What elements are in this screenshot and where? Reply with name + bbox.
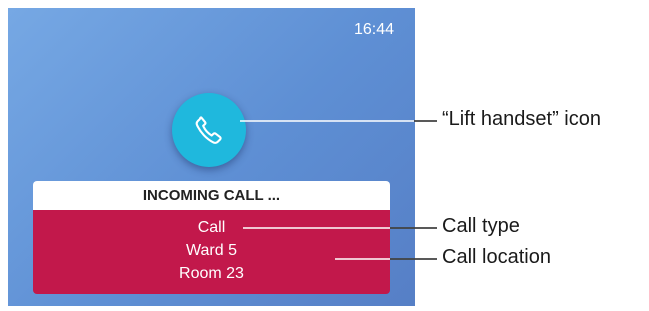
clock: 16:44 (354, 21, 395, 38)
lift-handset-button[interactable] (172, 93, 246, 167)
call-type-callout-label: Call type (442, 215, 520, 237)
notification-header: INCOMING CALL ... (33, 181, 390, 210)
handset-callout-label: “Lift handset” icon (442, 108, 601, 130)
call-type-text: Call (197, 218, 226, 236)
phone-handset-icon (195, 116, 222, 144)
notification-body: Call Ward 5 Room 23 (33, 210, 390, 294)
incoming-call-notification[interactable]: INCOMING CALL ... Call Ward 5 Room 23 (33, 181, 390, 294)
display-screen: 16:44 INCOMING CALL ... Call Ward 5 Room… (8, 8, 415, 306)
call-ward-text: Ward 5 (186, 241, 237, 259)
call-location-callout-label: Call location (442, 246, 551, 268)
call-room-text: Room 23 (179, 264, 244, 282)
